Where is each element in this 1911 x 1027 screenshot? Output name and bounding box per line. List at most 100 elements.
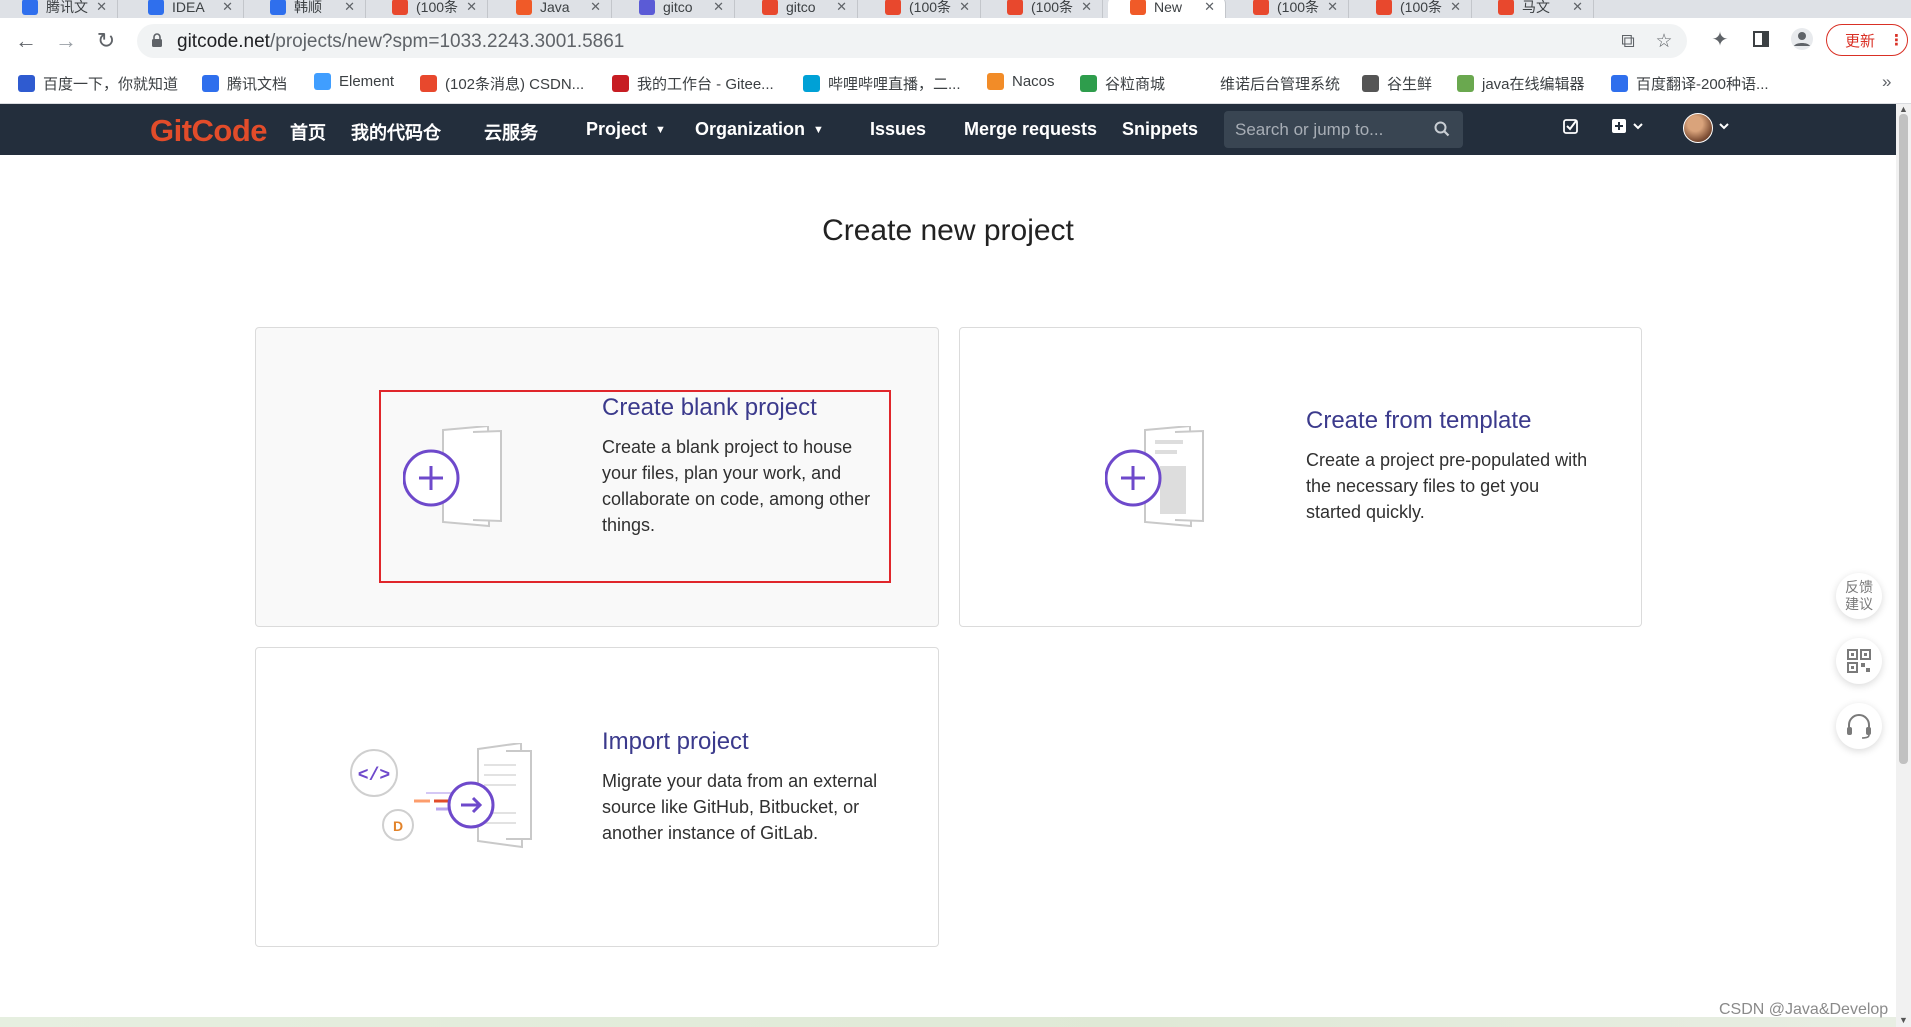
bookmark-item[interactable]: 维诺后台管理系统 xyxy=(1220,73,1340,94)
nav-organization[interactable]: Organization ▼ xyxy=(695,119,824,140)
close-icon[interactable]: ✕ xyxy=(96,0,107,15)
address-bar[interactable]: gitcode.net/projects/new?spm=1033.2243.3… xyxy=(137,24,1687,58)
bookmark-label: (102条消息) CSDN... xyxy=(445,76,585,93)
search-input[interactable]: Search or jump to... xyxy=(1224,111,1463,148)
nav-snippets[interactable]: Snippets xyxy=(1122,119,1198,140)
close-icon[interactable]: ✕ xyxy=(590,0,601,15)
card-title[interactable]: Import project xyxy=(602,728,749,756)
browser-tab[interactable]: (100条 ✕ xyxy=(985,0,1103,18)
browser-tab[interactable]: gitco ✕ xyxy=(740,0,858,18)
bookmark-label: 哔哩哔哩直播，二... xyxy=(828,76,961,93)
bookmark-item[interactable]: (102条消息) CSDN... xyxy=(420,73,584,94)
tab-label: 腾讯文 xyxy=(46,0,88,15)
close-icon[interactable]: ✕ xyxy=(836,0,847,15)
bookmark-item[interactable]: 百度翻译-200种语... xyxy=(1611,73,1769,94)
tab-favicon-icon xyxy=(148,0,164,15)
browser-tab[interactable]: gitco ✕ xyxy=(617,0,735,18)
bookmark-item[interactable]: Nacos xyxy=(987,73,1055,90)
tab-favicon-icon xyxy=(270,0,286,15)
nav-project[interactable]: Project ▼ xyxy=(586,119,666,140)
lock-icon xyxy=(152,33,162,47)
todo-icon[interactable] xyxy=(1562,117,1580,140)
browser-tab[interactable]: New ✕ xyxy=(1108,0,1226,18)
browser-tab[interactable]: (100条 ✕ xyxy=(1354,0,1472,18)
bookmark-item[interactable]: 我的工作台 - Gitee... xyxy=(612,73,774,94)
browser-tab[interactable]: Java ✕ xyxy=(494,0,612,18)
vertical-scrollbar[interactable]: ▲ ▼ xyxy=(1896,104,1911,1027)
close-icon[interactable]: ✕ xyxy=(713,0,724,15)
nav-home[interactable]: 首页 xyxy=(290,119,326,145)
close-icon[interactable]: ✕ xyxy=(1450,0,1461,15)
close-icon[interactable]: ✕ xyxy=(1081,0,1092,15)
nav-issues[interactable]: Issues xyxy=(870,119,926,140)
bookmark-item[interactable]: 腾讯文档 xyxy=(202,73,287,94)
close-icon[interactable]: ✕ xyxy=(344,0,355,15)
browser-tab[interactable]: IDEA ✕ xyxy=(126,0,244,18)
qr-code-button[interactable] xyxy=(1836,638,1882,684)
update-button[interactable]: 更新 ⋮ xyxy=(1826,24,1908,56)
tab-label: IDEA xyxy=(172,0,205,15)
bookmark-favicon-icon xyxy=(1611,75,1628,92)
card-title[interactable]: Create from template xyxy=(1306,407,1531,435)
selection-highlight xyxy=(379,390,891,583)
share-icon[interactable]: ⧉ xyxy=(1617,31,1639,53)
nav-merge-requests[interactable]: Merge requests xyxy=(964,119,1097,140)
customer-service-button[interactable] xyxy=(1836,703,1882,749)
taskbar-strip xyxy=(0,1017,1896,1027)
user-avatar[interactable] xyxy=(1683,113,1713,143)
scrollbar-thumb[interactable] xyxy=(1899,114,1908,764)
create-from-template-card[interactable]: Create from template Create a project pr… xyxy=(959,327,1642,627)
forward-icon[interactable]: → xyxy=(52,27,80,55)
nav-my-repos[interactable]: 我的代码仓 xyxy=(351,119,441,145)
browser-tab[interactable]: 韩顺 ✕ xyxy=(248,0,366,18)
tab-label: (100条 xyxy=(416,0,459,15)
csdn-watermark: CSDN @Java&Develop xyxy=(1719,1001,1889,1018)
profile-icon[interactable] xyxy=(1789,26,1815,52)
scroll-down-icon[interactable]: ▼ xyxy=(1899,1015,1908,1025)
browser-tab[interactable]: (100条 ✕ xyxy=(370,0,488,18)
reload-icon[interactable]: ↻ xyxy=(92,27,120,55)
nav-cloud-services[interactable]: 云服务 xyxy=(484,119,538,145)
headset-icon xyxy=(1847,714,1871,739)
bookmark-item[interactable]: Element xyxy=(314,73,394,90)
browser-tab[interactable]: (100条 ✕ xyxy=(1231,0,1349,18)
bookmark-item[interactable]: 百度一下，你就知道 xyxy=(18,73,178,94)
bookmark-item[interactable]: 谷生鲜 xyxy=(1362,73,1432,94)
side-panel-icon[interactable] xyxy=(1748,26,1774,52)
bookmark-item[interactable]: 谷粒商城 xyxy=(1080,73,1165,94)
bookmark-favicon-icon xyxy=(314,73,331,90)
template-project-icon xyxy=(1105,426,1204,528)
browser-tab[interactable]: 马文 ✕ xyxy=(1476,0,1594,18)
bookmark-favicon-icon xyxy=(1080,75,1097,92)
import-project-card[interactable]: </> D Import project Migrate your data f… xyxy=(255,647,939,947)
scroll-up-icon[interactable]: ▲ xyxy=(1899,104,1908,114)
close-icon[interactable]: ✕ xyxy=(222,0,233,15)
chevron-down-icon[interactable] xyxy=(1718,117,1730,140)
bookmark-item[interactable]: java在线编辑器 xyxy=(1457,73,1585,94)
new-item-icon[interactable] xyxy=(1611,117,1645,140)
chevron-right-icon[interactable]: » xyxy=(1882,72,1891,92)
close-icon[interactable]: ✕ xyxy=(1204,0,1215,15)
tab-favicon-icon xyxy=(1498,0,1514,15)
url-path: /projects/new?spm=1033.2243.3001.5861 xyxy=(269,31,625,52)
close-icon[interactable]: ✕ xyxy=(1327,0,1338,15)
bookmark-label: java在线编辑器 xyxy=(1482,76,1585,93)
browser-tab[interactable]: (100条 ✕ xyxy=(863,0,981,18)
close-icon[interactable]: ✕ xyxy=(959,0,970,15)
bookmark-label: Element xyxy=(339,73,395,90)
extensions-icon[interactable]: ✦ xyxy=(1707,26,1733,52)
star-icon[interactable]: ☆ xyxy=(1653,31,1675,53)
close-icon[interactable]: ✕ xyxy=(466,0,477,15)
bookmark-favicon-icon xyxy=(202,75,219,92)
bookmark-item[interactable]: 哔哩哔哩直播，二... xyxy=(803,73,961,94)
feedback-button[interactable]: 反馈 建议 xyxy=(1836,573,1882,619)
bookmark-label: 百度一下，你就知道 xyxy=(43,76,179,93)
update-label: 更新 xyxy=(1845,32,1876,50)
gitcode-logo[interactable]: GitCode xyxy=(150,113,268,149)
bookmark-label: 谷生鲜 xyxy=(1387,76,1433,93)
close-icon[interactable]: ✕ xyxy=(1572,0,1583,15)
feedback-label-line2: 建议 xyxy=(1845,596,1873,612)
bookmark-favicon-icon xyxy=(612,75,629,92)
browser-tab[interactable]: 腾讯文 ✕ xyxy=(0,0,118,18)
back-icon[interactable]: ← xyxy=(12,27,40,55)
